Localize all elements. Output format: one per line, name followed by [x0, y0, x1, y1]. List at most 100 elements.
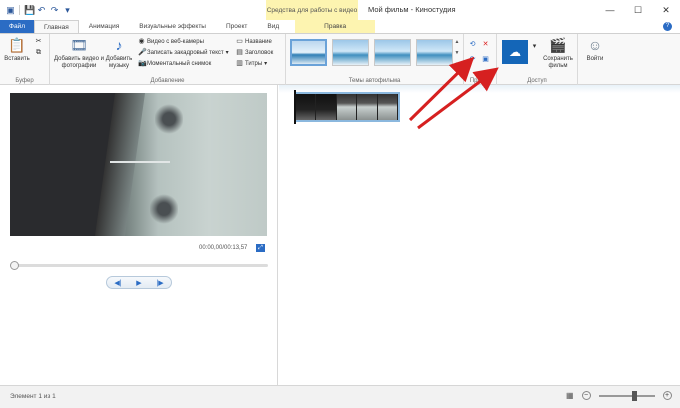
save-movie-icon: 🎬: [549, 36, 567, 53]
group-label-clipboard: Буфер: [15, 78, 34, 84]
undo-icon[interactable]: ↶: [37, 5, 46, 15]
save-movie-button[interactable]: 🎬 Сохранить фильм: [540, 36, 576, 70]
play-icon[interactable]: ▶: [136, 279, 141, 287]
previous-frame-icon[interactable]: ◀|: [114, 279, 121, 287]
title-button[interactable]: ▭ Название: [236, 37, 272, 46]
fullscreen-icon[interactable]: ⤢: [256, 244, 265, 252]
zoom-controls: ▦ − +: [566, 390, 672, 401]
preview-pane: [0, 85, 278, 385]
onedrive-icon[interactable]: ☁: [502, 40, 528, 64]
status-bar: Элемент 1 из 1 ▦ − +: [0, 385, 680, 408]
redo-icon[interactable]: ↷: [50, 5, 59, 15]
snapshot-button[interactable]: 📷 Моментальный снимок: [138, 59, 211, 68]
cut-icon: ✂: [35, 38, 42, 45]
theme-thumbnail-4[interactable]: [416, 39, 453, 66]
clip-frame: [316, 94, 337, 120]
film-photo-icon: 🎞: [70, 36, 88, 53]
copy-button[interactable]: ⧉: [35, 48, 42, 57]
paste-button[interactable]: 📋 Вставить: [4, 36, 30, 63]
tab-home[interactable]: Главная: [33, 20, 79, 33]
video-clip[interactable]: [294, 92, 400, 122]
qat-separator: [19, 5, 20, 15]
record-narration-button[interactable]: 🎤 Записать закадровый текст ▾: [138, 48, 229, 57]
group-clipboard: 📋 Вставить ✂ ⧉ Буфер: [0, 34, 50, 86]
clip-frame: [357, 94, 378, 120]
tab-visual-effects[interactable]: Визуальные эффекты: [129, 20, 216, 33]
playhead[interactable]: [294, 90, 296, 124]
webcam-video-label: Видео с веб-камеры: [147, 38, 204, 45]
scroll-up-icon[interactable]: ▲: [455, 39, 460, 45]
tab-animation[interactable]: Анимация: [79, 20, 130, 33]
group-label-themes: Темы автофильма: [348, 78, 401, 84]
rotate-right-button[interactable]: ⟳: [469, 55, 476, 64]
seek-thumb[interactable]: [10, 261, 19, 270]
tab-view[interactable]: Вид: [257, 20, 289, 33]
rotate-right-icon: ⟳: [469, 56, 476, 63]
group-add: 🎞 Добавить видео и фотографии ♪ Добавить…: [50, 34, 286, 86]
playback-controls: ◀| ▶ |▶: [106, 276, 172, 289]
record-narration-label: Записать закадровый текст: [147, 49, 224, 56]
select-all-icon: ▣: [482, 56, 489, 63]
add-video-photos-label: Добавить видео и фотографии: [54, 56, 104, 69]
music-note-icon: ♪: [115, 36, 123, 53]
expand-gallery-icon[interactable]: ▾: [456, 61, 459, 67]
microphone-icon: 🎤: [138, 49, 147, 56]
add-video-photos-button[interactable]: 🎞 Добавить видео и фотографии: [54, 36, 104, 70]
tab-file[interactable]: Файл: [0, 20, 34, 33]
next-frame-icon[interactable]: |▶: [156, 279, 163, 287]
ribbon: 📋 Вставить ✂ ⧉ Буфер 🎞 Добавить видео и …: [0, 33, 680, 86]
close-button[interactable]: ✕: [652, 0, 680, 20]
zoom-in-button[interactable]: +: [662, 391, 672, 400]
save-movie-label: Сохранить фильм: [543, 56, 573, 69]
cut-button[interactable]: ✂: [35, 37, 42, 46]
maximize-button[interactable]: ☐: [624, 0, 652, 20]
themes-scroll[interactable]: ▲ ▼ ▾: [453, 39, 461, 67]
group-edit: ⟲ ✕ ⟳ ▣ Правка: [464, 34, 497, 86]
group-themes: Темы автофильма: [286, 34, 464, 86]
tab-project[interactable]: Проект: [216, 20, 257, 33]
preview-pole: [110, 161, 170, 163]
remove-button[interactable]: ✕: [482, 40, 489, 49]
zoom-out-button[interactable]: −: [581, 391, 591, 400]
rotate-left-button[interactable]: ⟲: [469, 40, 476, 49]
paste-label: Вставить: [4, 56, 30, 62]
credits-icon: ▥: [236, 60, 243, 67]
window-controls: — ☐ ✕: [596, 0, 680, 20]
select-all-button[interactable]: ▣: [482, 55, 489, 64]
preview-tree: [150, 193, 178, 225]
theme-thumbnail-2[interactable]: [332, 39, 369, 66]
ribbon-tabs: Файл Главная Анимация Визуальные эффекты…: [0, 20, 680, 33]
credits-button[interactable]: ▥ Титры ▾: [236, 59, 267, 68]
chevron-down-icon: ▾: [264, 61, 268, 67]
seek-bar[interactable]: [10, 264, 268, 267]
sign-in-button[interactable]: ☺ Войти: [582, 36, 608, 63]
add-music-button[interactable]: ♪ Добавить музыку: [104, 36, 134, 70]
theme-thumbnail-1[interactable]: [290, 39, 327, 66]
tab-edit[interactable]: Правка: [295, 20, 376, 33]
qat-dropdown-icon[interactable]: ▾: [63, 5, 72, 15]
webcam-video-button[interactable]: ◉ Видео с веб-камеры: [138, 37, 204, 46]
camera-icon: 📷: [138, 60, 147, 67]
minimize-button[interactable]: —: [596, 0, 624, 20]
caption-label: Заголовок: [245, 49, 274, 56]
context-group-header: Средства для работы с видео: [266, 0, 358, 20]
snapshot-label: Моментальный снимок: [147, 60, 212, 67]
video-preview[interactable]: [10, 93, 267, 236]
caption-button[interactable]: ▤ Заголовок: [236, 48, 273, 57]
sign-in-label: Войти: [586, 56, 604, 62]
add-music-label: Добавить музыку: [105, 56, 133, 69]
zoom-slider[interactable]: [598, 390, 655, 401]
theme-thumbnail-3[interactable]: [374, 39, 411, 66]
save-icon[interactable]: 💾: [24, 5, 35, 15]
zoom-thumb[interactable]: [631, 390, 637, 401]
help-icon[interactable]: ?: [663, 22, 672, 31]
window-title: Мой фильм - Киностудия: [368, 5, 456, 14]
storyboard-view-icon[interactable]: ▦: [566, 391, 574, 400]
group-share: ☁ ▾ 🎬 Сохранить фильм Доступ: [497, 34, 578, 86]
share-more-button[interactable]: ▾: [531, 42, 538, 51]
copy-icon: ⧉: [36, 49, 41, 56]
close-icon: ✕: [482, 41, 489, 48]
chevron-down-icon: ▾: [225, 50, 229, 56]
scroll-down-icon[interactable]: ▼: [455, 50, 460, 56]
quick-access-toolbar: ▣ 💾 ↶ ↷ ▾: [0, 0, 72, 20]
